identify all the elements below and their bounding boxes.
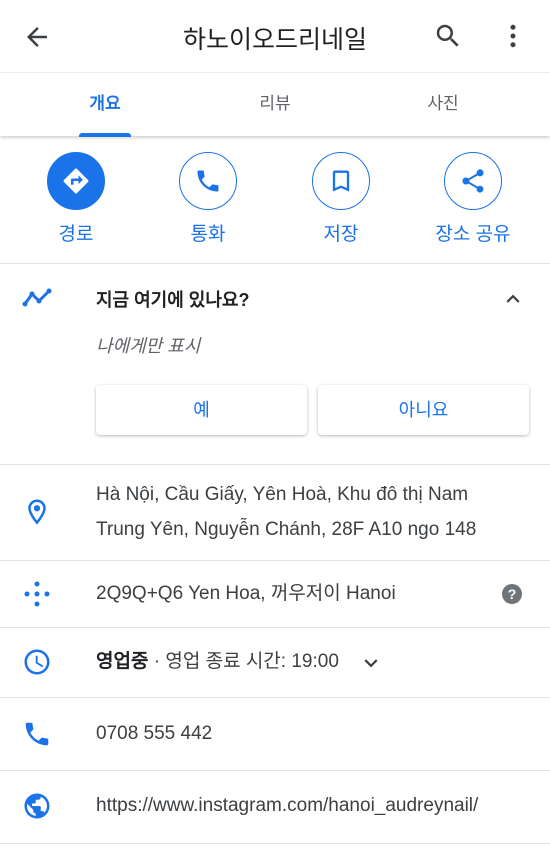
location-pin-icon bbox=[28, 499, 46, 525]
phone-icon bbox=[197, 170, 219, 192]
globe-icon bbox=[24, 793, 50, 819]
directions-circle[interactable] bbox=[47, 152, 105, 210]
here-question: 지금 여기에 있나요? bbox=[96, 290, 250, 310]
share-place-button[interactable]: 장소 공유 bbox=[418, 152, 528, 246]
call-circle[interactable] bbox=[179, 152, 237, 210]
share-icon bbox=[462, 169, 484, 193]
save-circle[interactable] bbox=[312, 152, 370, 210]
phone-number: 0708 555 442 bbox=[96, 723, 213, 744]
chevron-up-icon[interactable] bbox=[500, 286, 526, 312]
save-label: 저장 bbox=[323, 224, 359, 245]
tab-photos[interactable]: 사진 bbox=[373, 73, 513, 137]
directions-button[interactable]: 경로 bbox=[21, 152, 131, 246]
directions-icon bbox=[63, 168, 89, 194]
are-you-here-card: 지금 여기에 있나요? 나에게만 표시 예 아니요 bbox=[0, 264, 550, 464]
here-subtitle: 나에게만 표시 bbox=[96, 336, 201, 356]
closing-time: 영업 종료 시간: 19:00 bbox=[165, 651, 339, 672]
tab-overview-label: 개요 bbox=[89, 94, 121, 113]
call-button[interactable]: 통화 bbox=[153, 152, 263, 246]
address-line-1: Hà Nội, Cầu Giấy, Yên Hoà, Khu đô thị Na… bbox=[96, 484, 469, 505]
search-icon[interactable] bbox=[433, 21, 463, 51]
call-label: 통화 bbox=[190, 224, 226, 245]
divider bbox=[0, 843, 550, 844]
save-button[interactable]: 저장 bbox=[286, 152, 396, 246]
chevron-down-icon[interactable] bbox=[358, 650, 384, 676]
timeline-icon bbox=[22, 288, 52, 307]
address-row[interactable]: Hà Nội, Cầu Giấy, Yên Hoà, Khu đô thị Na… bbox=[0, 465, 550, 560]
hours-text: 영업중 · 영업 종료 시간: 19:00 bbox=[96, 645, 339, 679]
action-buttons: 경로 통화 저장 장소 공유 bbox=[0, 137, 550, 263]
tab-photos-label: 사진 bbox=[427, 94, 459, 113]
plus-code-text: 2Q9Q+Q6 Yen Hoa, 꺼우저이 Hanoi bbox=[96, 583, 396, 604]
website-row[interactable]: https://www.instagram.com/hanoi_audreyna… bbox=[0, 771, 550, 843]
plus-code-row[interactable]: 2Q9Q+Q6 Yen Hoa, 꺼우저이 Hanoi ? bbox=[0, 561, 550, 627]
tab-bar: 개요 리뷰 사진 bbox=[0, 72, 550, 137]
no-button[interactable]: 아니요 bbox=[318, 385, 529, 435]
help-icon[interactable]: ? bbox=[502, 584, 522, 604]
app-bar: 하노이오드리네일 bbox=[0, 0, 550, 72]
tab-reviews[interactable]: 리뷰 bbox=[205, 73, 345, 137]
phone-icon bbox=[25, 722, 49, 746]
share-label: 장소 공유 bbox=[435, 224, 511, 245]
yes-button[interactable]: 예 bbox=[96, 385, 307, 435]
address-line-2: Trung Yên, Nguyễn Chánh, 28F A10 ngo 148 bbox=[96, 519, 477, 540]
website-link: https://www.instagram.com/hanoi_audreyna… bbox=[96, 795, 479, 816]
tab-overview[interactable]: 개요 bbox=[35, 73, 175, 137]
tab-reviews-label: 리뷰 bbox=[259, 94, 291, 113]
share-circle[interactable] bbox=[444, 152, 502, 210]
hours-separator: · bbox=[148, 651, 166, 672]
open-status: 영업중 bbox=[96, 651, 149, 672]
place-title: 하노이오드리네일 bbox=[182, 26, 367, 54]
clock-icon bbox=[24, 649, 50, 675]
phone-row[interactable]: 0708 555 442 bbox=[0, 698, 550, 770]
bookmark-icon bbox=[332, 170, 350, 192]
hours-row[interactable]: 영업중 · 영업 종료 시간: 19:00 bbox=[0, 628, 550, 697]
more-options-icon[interactable] bbox=[498, 21, 528, 51]
plus-code-icon bbox=[24, 581, 50, 607]
directions-label: 경로 bbox=[58, 224, 94, 245]
